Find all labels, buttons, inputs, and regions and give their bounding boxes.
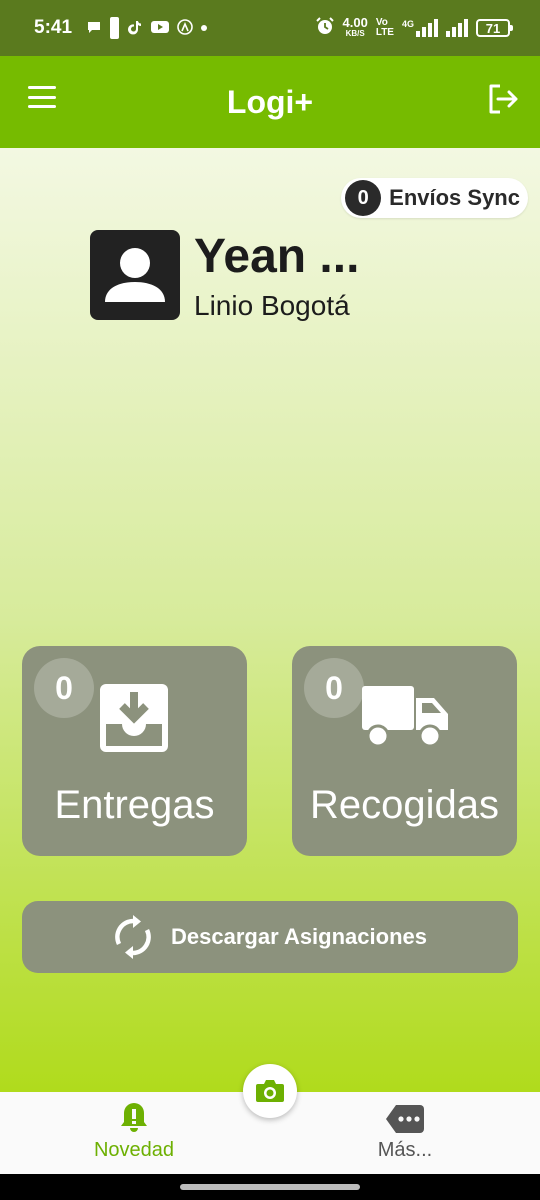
menu-line — [28, 95, 56, 99]
recogidas-tile[interactable]: 0 Recogidas — [292, 646, 517, 856]
logout-button[interactable] — [486, 82, 520, 116]
user-branch: Linio Bogotá — [194, 290, 350, 321]
recogidas-label: Recogidas — [309, 783, 499, 827]
gesture-handle[interactable] — [180, 1184, 360, 1190]
app-title: Logi+ — [226, 83, 314, 120]
signal-icon — [446, 19, 468, 37]
nav-item-novedad[interactable]: Novedad — [34, 1092, 234, 1174]
app-bar: Logi+ — [0, 56, 540, 148]
status-bar: 5:41 4.00 KB/S Vo LTE 4G 71 — [0, 0, 540, 56]
nav-label-novedad: Novedad — [93, 1139, 175, 1161]
download-assignments-button[interactable]: Descargar Asignaciones — [22, 901, 518, 973]
user-icon — [105, 248, 165, 302]
menu-button[interactable] — [28, 86, 56, 108]
battery-icon: 71 — [476, 19, 513, 37]
more-tag-icon — [386, 1105, 424, 1133]
network-speed: 4.00 KB/S — [342, 15, 368, 38]
message-icon — [86, 19, 102, 38]
volte-indicator: Vo LTE — [375, 17, 394, 38]
phone-icon — [110, 17, 120, 39]
truck-icon — [362, 686, 448, 753]
accessibility-icon — [177, 18, 193, 38]
download-assignments-label: Descargar Asignaciones — [171, 924, 427, 949]
signal-4g-icon: 4G — [402, 19, 438, 37]
notification-icons — [86, 17, 208, 39]
bell-alert-icon — [121, 1103, 147, 1132]
home-content: 0 Envíos Sync Yean ... Linio Bogotá 0 En… — [0, 148, 540, 1092]
logout-icon — [489, 84, 518, 114]
nav-label-mas: Más... — [377, 1139, 433, 1161]
youtube-icon — [151, 20, 170, 37]
inbox-download-icon — [100, 684, 168, 757]
status-time: 5:41 — [34, 17, 73, 38]
entregas-tile[interactable]: 0 Entregas — [22, 646, 247, 856]
entregas-count: 0 — [34, 658, 94, 718]
recogidas-count: 0 — [304, 658, 364, 718]
profile-text: Yean ... Linio Bogotá — [194, 230, 359, 322]
system-status: 4.00 KB/S Vo LTE 4G 71 — [315, 15, 513, 41]
tiktok-icon — [127, 19, 143, 38]
menu-line — [28, 86, 56, 89]
avatar — [90, 230, 180, 320]
camera-button[interactable] — [243, 1064, 297, 1118]
more-notifications-dot-icon — [201, 25, 208, 31]
alarm-icon — [315, 16, 335, 41]
entregas-label: Entregas — [54, 783, 215, 827]
system-gesture-bar — [0, 1174, 540, 1200]
sync-count: 0 — [345, 180, 382, 216]
sync-icon — [115, 915, 151, 959]
camera-icon — [256, 1080, 284, 1102]
menu-line — [28, 105, 56, 108]
sync-status-badge[interactable]: 0 Envíos Sync — [341, 178, 528, 218]
nav-item-mas[interactable]: Más... — [305, 1092, 505, 1174]
user-name: Yean ... — [194, 230, 360, 283]
sync-label: Envíos Sync — [389, 185, 520, 210]
user-profile: Yean ... Linio Bogotá — [90, 230, 359, 322]
